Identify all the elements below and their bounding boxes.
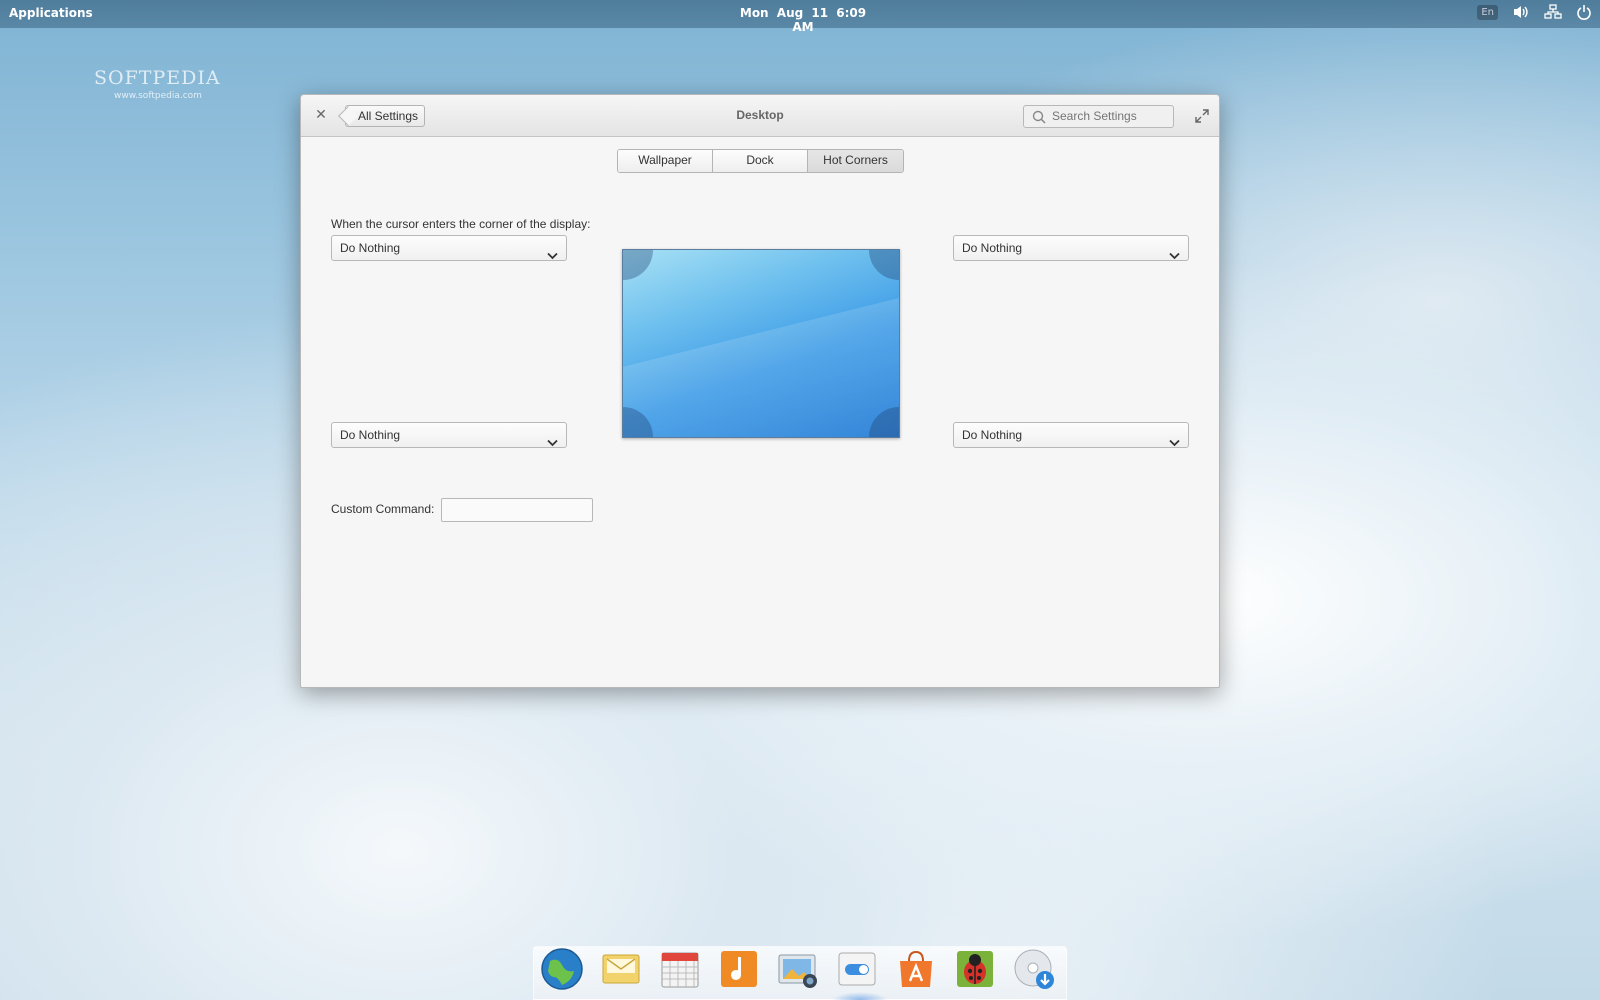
top-right-corner-select[interactable]: Do Nothing <box>953 235 1189 261</box>
hot-corners-description: When the cursor enters the corner of the… <box>331 217 591 231</box>
maximize-icon[interactable] <box>1195 108 1209 127</box>
dock-items <box>540 947 1056 991</box>
volume-icon[interactable] <box>1512 4 1530 20</box>
settings-window: ✕ All Settings Desktop Wallpaper Dock Ho… <box>300 94 1220 688</box>
top-panel: Applications Mon Aug 11 6:09 AM En <box>0 0 1600 34</box>
app-center-icon[interactable] <box>894 947 938 991</box>
chevron-down-icon <box>547 431 558 455</box>
music-icon[interactable] <box>717 947 761 991</box>
power-icon[interactable] <box>1576 4 1592 20</box>
bottom-right-corner-value: Do Nothing <box>962 428 1023 442</box>
watermark-url: www.softpedia.com <box>114 91 202 101</box>
chevron-down-icon <box>1169 431 1180 455</box>
preview-wallpaper-sheen <box>623 284 899 437</box>
watermark-brand: SOFTPEDIA <box>94 67 221 89</box>
custom-command-input[interactable] <box>441 498 593 522</box>
mail-icon[interactable] <box>599 947 643 991</box>
bottom-right-corner-select[interactable]: Do Nothing <box>953 422 1189 448</box>
clock-date: Mon Aug 11 <box>739 6 829 20</box>
clock[interactable]: Mon Aug 11 6:09 AM <box>738 6 868 34</box>
top-right-corner-value: Do Nothing <box>962 241 1023 255</box>
search-field[interactable] <box>1023 105 1174 128</box>
keyboard-layout-indicator[interactable]: En <box>1477 4 1498 20</box>
top-left-corner-select[interactable]: Do Nothing <box>331 235 567 261</box>
hot-corner-top-right[interactable] <box>869 250 899 280</box>
settings-icon[interactable] <box>835 947 879 991</box>
web-browser-icon[interactable] <box>540 947 584 991</box>
disk-installer-icon[interactable] <box>1012 947 1056 991</box>
bottom-left-corner-select[interactable]: Do Nothing <box>331 422 567 448</box>
search-icon <box>1032 110 1046 127</box>
active-app-indicator <box>832 992 888 1000</box>
tab-dock[interactable]: Dock <box>713 150 808 172</box>
top-left-corner-value: Do Nothing <box>340 241 401 255</box>
tab-hot-corners[interactable]: Hot Corners <box>808 150 903 172</box>
custom-command-label: Custom Command: <box>331 502 435 516</box>
network-icon[interactable] <box>1544 4 1562 20</box>
softpedia-watermark: SOFTPEDIA www.softpedia.com <box>94 67 221 101</box>
applications-menu[interactable]: Applications <box>9 6 93 20</box>
display-preview <box>622 249 900 438</box>
tab-wallpaper[interactable]: Wallpaper <box>618 150 713 172</box>
bottom-left-corner-value: Do Nothing <box>340 428 401 442</box>
system-tray: En <box>1477 4 1592 20</box>
window-titlebar[interactable]: ✕ All Settings Desktop <box>301 95 1219 137</box>
chevron-down-icon <box>547 244 558 268</box>
chevron-down-icon <box>1169 244 1180 268</box>
view-switcher: Wallpaper Dock Hot Corners <box>617 149 904 173</box>
search-input[interactable] <box>1052 109 1167 123</box>
bug-icon[interactable] <box>953 947 997 991</box>
photos-icon[interactable] <box>776 947 820 991</box>
calendar-icon[interactable] <box>658 947 702 991</box>
hot-corner-top-left[interactable] <box>623 250 653 280</box>
